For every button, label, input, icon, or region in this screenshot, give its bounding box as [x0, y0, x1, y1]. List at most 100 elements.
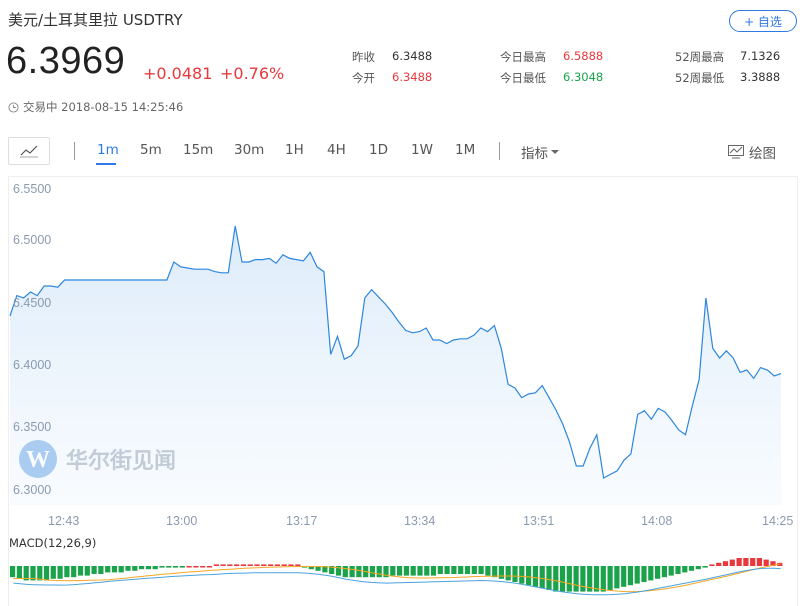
macd-bar — [763, 559, 769, 566]
macd-bar — [111, 566, 117, 573]
macd-bar — [132, 566, 138, 571]
macd-bar — [397, 566, 403, 576]
macd-bar — [288, 564, 294, 566]
macd-bar — [444, 566, 450, 574]
y-tick-label: 6.3500 — [13, 420, 52, 434]
macd-bar — [91, 566, 97, 574]
x-tick-label: 13:17 — [286, 514, 318, 528]
macd-bar — [661, 566, 667, 578]
macd-bar — [349, 566, 355, 578]
macd-bar — [139, 566, 145, 570]
macd-bar — [729, 559, 735, 566]
macd-bar — [125, 566, 131, 571]
macd-bar — [118, 566, 124, 573]
macd-bar — [722, 561, 729, 566]
x-tick-label: 13:51 — [523, 514, 555, 528]
macd-bar — [478, 566, 484, 574]
macd-bar — [492, 566, 498, 578]
macd-bar — [295, 564, 301, 566]
macd-bar — [213, 564, 219, 566]
macd-bar — [695, 566, 701, 570]
macd-bar — [634, 566, 640, 584]
macd-bar — [403, 566, 409, 576]
macd-bar — [274, 564, 280, 566]
macd-bar — [668, 566, 674, 576]
macd-bar — [172, 566, 179, 568]
y-tick-label: 6.5000 — [13, 233, 52, 247]
macd-bar — [376, 566, 382, 578]
x-tick-label: 13:00 — [166, 514, 198, 528]
macd-bar — [675, 566, 681, 574]
macd-bar — [261, 564, 267, 566]
macd-label: MACD(12,26,9) — [9, 536, 97, 550]
macd-bar — [179, 566, 185, 568]
macd-bar — [390, 566, 396, 576]
macd-bar — [166, 566, 172, 568]
macd-bar — [573, 566, 579, 592]
macd-bar — [756, 558, 762, 566]
x-tick-label: 14:08 — [641, 514, 673, 528]
y-tick-label: 6.5500 — [13, 182, 52, 196]
macd-bar — [159, 566, 165, 568]
macd-bar — [200, 566, 206, 568]
macd-bar — [580, 566, 586, 592]
macd-bar — [98, 566, 104, 574]
macd-bar — [417, 566, 423, 576]
x-tick-label: 13:34 — [404, 514, 436, 528]
macd-bar — [234, 564, 240, 566]
y-tick-label: 6.4000 — [13, 358, 52, 372]
macd-bar — [593, 566, 600, 592]
macd-bar — [553, 566, 559, 592]
macd-bar — [526, 566, 532, 586]
macd-bar — [546, 566, 552, 590]
macd-bar — [702, 566, 708, 568]
macd-bar — [485, 566, 491, 576]
macd-bar — [505, 566, 511, 581]
macd-bar — [105, 566, 111, 573]
macd-bar — [227, 564, 233, 566]
macd-bar — [193, 566, 199, 568]
macd-bar — [655, 566, 661, 579]
macd-bar — [614, 566, 620, 589]
macd-bar — [566, 566, 572, 592]
macd-bar — [648, 566, 654, 581]
macd-bar — [750, 558, 756, 566]
macd-bar — [240, 564, 246, 566]
macd-bar — [247, 564, 253, 566]
macd-bar — [206, 566, 213, 568]
svg-text:W: W — [26, 447, 50, 473]
macd-bar — [498, 566, 504, 579]
macd-bar — [356, 566, 362, 578]
macd-bar — [37, 566, 43, 581]
macd-bar — [57, 566, 63, 579]
macd-bar — [186, 566, 192, 568]
macd-bar — [43, 566, 50, 581]
macd-bar — [342, 566, 348, 578]
macd-bar — [50, 566, 56, 579]
wallstreetcn-logo-icon: W — [19, 440, 57, 478]
macd-bar — [709, 564, 715, 566]
macd-bar — [641, 566, 647, 582]
macd-bar — [152, 566, 158, 570]
macd-bar — [471, 566, 477, 574]
macd-bar — [600, 566, 606, 592]
macd-bar — [682, 566, 688, 573]
macd-bar — [430, 566, 437, 576]
x-tick-label: 12:43 — [48, 514, 80, 528]
macd-bar — [64, 566, 70, 578]
macd-bar — [77, 566, 84, 576]
macd-bar — [10, 566, 16, 578]
macd-bar — [369, 566, 375, 578]
macd-bar — [627, 566, 633, 586]
macd-bar — [458, 566, 464, 574]
macd-bar — [451, 566, 457, 574]
macd-bar — [424, 566, 430, 576]
macd-bar — [437, 566, 443, 574]
macd-bar — [71, 566, 77, 578]
x-tick-label: 14:25 — [762, 514, 794, 528]
macd-bar — [281, 564, 287, 566]
macd-bar — [410, 566, 416, 576]
macd-bar — [84, 566, 90, 576]
macd-bar — [559, 566, 566, 592]
macd-bar — [716, 562, 722, 566]
